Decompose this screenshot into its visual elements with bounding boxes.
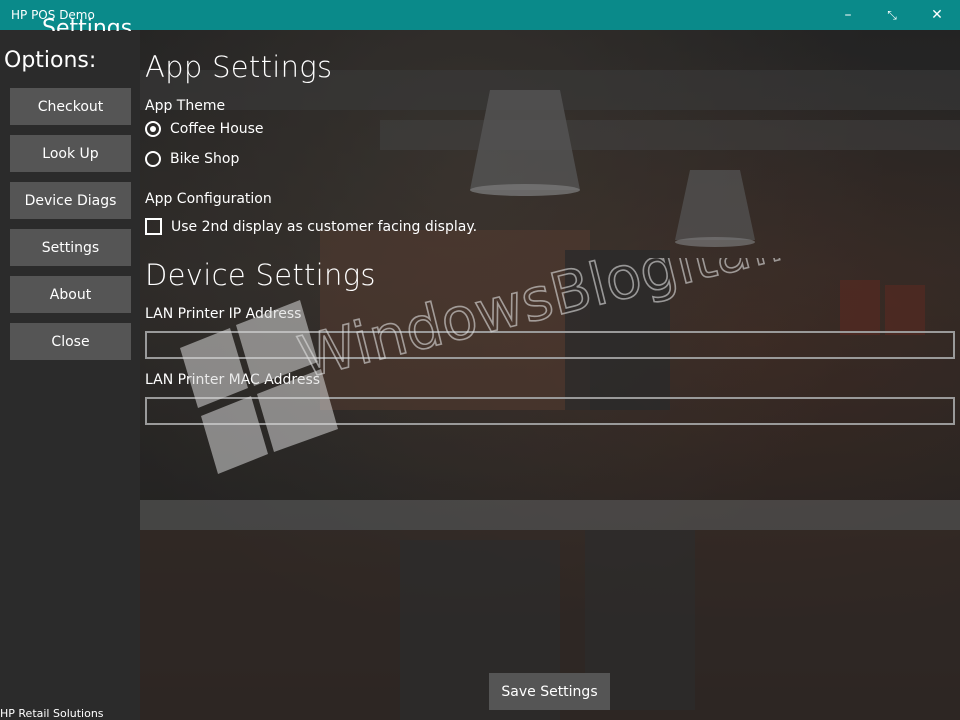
printer-ip-input[interactable] — [145, 331, 955, 359]
save-settings-button[interactable]: Save Settings — [489, 673, 610, 710]
title-bar: HP POS Demo – ⤡ ✕ — [0, 0, 960, 30]
printer-ip-label: LAN Printer IP Address — [145, 306, 302, 322]
theme-bike-shop-radio[interactable]: Bike Shop — [145, 151, 239, 167]
checkout-button[interactable]: Checkout — [10, 88, 131, 125]
second-display-label: Use 2nd display as customer facing displ… — [171, 218, 478, 235]
second-display-checkbox[interactable]: Use 2nd display as customer facing displ… — [145, 218, 477, 235]
app-settings-heading: App Settings — [145, 50, 333, 84]
restore-button[interactable]: ⤡ — [870, 0, 914, 30]
look-up-label: Look Up — [42, 145, 99, 162]
theme-coffee-house-label: Coffee House — [170, 121, 264, 137]
settings-panel: App Settings App Theme Coffee House Bike… — [140, 30, 960, 720]
look-up-button[interactable]: Look Up — [10, 135, 131, 172]
close-icon: ✕ — [931, 7, 943, 23]
restore-icon: ⤡ — [887, 7, 897, 22]
radio-checked-icon — [145, 121, 161, 137]
printer-mac-label: LAN Printer MAC Address — [145, 372, 321, 388]
minimize-button[interactable]: – — [826, 0, 870, 30]
theme-bike-shop-label: Bike Shop — [170, 151, 240, 167]
device-diags-button[interactable]: Device Diags — [10, 182, 131, 219]
radio-unchecked-icon — [145, 151, 161, 167]
minimize-icon: – — [844, 7, 852, 23]
settings-label: Settings — [41, 239, 100, 256]
about-button[interactable]: About — [10, 276, 131, 313]
checkout-label: Checkout — [37, 98, 104, 115]
sidebar: Settings Options: Checkout Look Up Devic… — [0, 17, 140, 720]
close-button[interactable]: Close — [10, 323, 131, 360]
window-controls: – ⤡ ✕ — [826, 0, 960, 30]
device-diags-label: Device Diags — [24, 192, 117, 209]
page-heading: Settings — [42, 17, 133, 31]
printer-mac-input[interactable] — [145, 397, 955, 425]
close-window-button[interactable]: ✕ — [914, 0, 960, 30]
app-theme-label: App Theme — [145, 98, 226, 114]
device-settings-heading: Device Settings — [145, 258, 376, 292]
app-configuration-label: App Configuration — [145, 191, 272, 207]
footer-text: HP Retail Solutions — [0, 707, 104, 720]
settings-button[interactable]: Settings — [10, 229, 131, 266]
options-label: Options: — [4, 48, 97, 73]
theme-coffee-house-radio[interactable]: Coffee House — [145, 121, 264, 137]
save-settings-label: Save Settings — [501, 683, 598, 700]
checkbox-unchecked-icon — [145, 218, 162, 235]
close-label: Close — [51, 333, 90, 350]
about-label: About — [49, 286, 92, 303]
